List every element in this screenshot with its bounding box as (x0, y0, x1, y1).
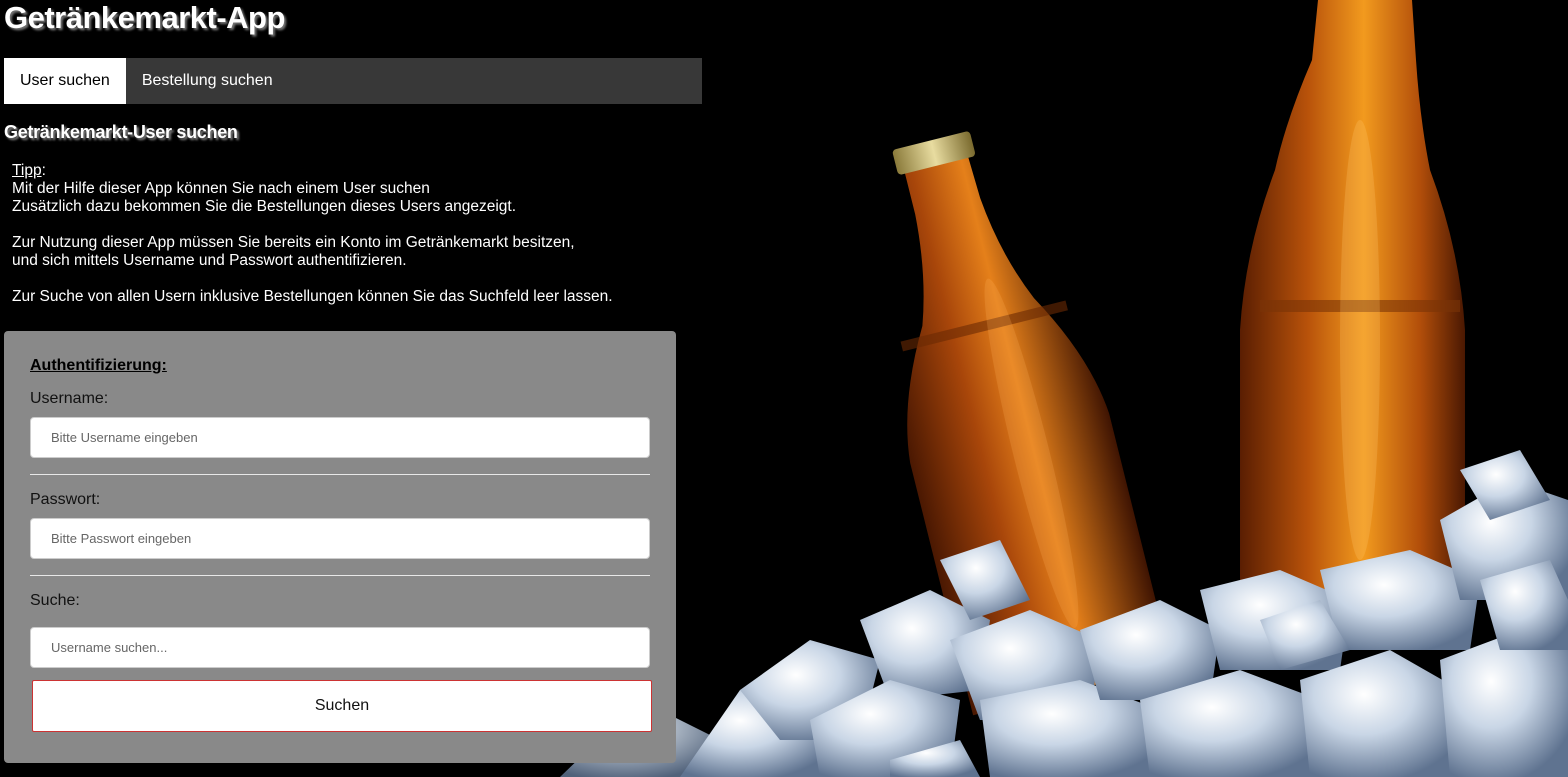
beer-bottles-on-ice-image (560, 0, 1568, 777)
tab-bestellung-suchen[interactable]: Bestellung suchen (126, 58, 289, 104)
tipp-heading: Tipp (12, 162, 42, 179)
tipp-spacer (12, 216, 672, 234)
app-page: Getränkemarkt-App User suchen Bestellung… (0, 0, 1568, 777)
password-label: Passwort: (30, 491, 101, 508)
tipp-line: und sich mittels Username und Passwort a… (12, 252, 407, 269)
tipp-text: Tipp: Mit der Hilfe dieser App können Si… (12, 162, 672, 306)
divider (30, 575, 650, 576)
search-label: Suche: (30, 592, 80, 609)
tipp-spacer (12, 270, 672, 288)
tipp-line: Zusätzlich dazu bekommen Sie die Bestell… (12, 198, 517, 215)
search-input[interactable] (30, 627, 650, 668)
username-input[interactable] (30, 417, 650, 458)
tipp-line: Zur Suche von allen Usern inklusive Best… (12, 288, 613, 305)
tipp-line: Zur Nutzung dieser App müssen Sie bereit… (12, 234, 575, 251)
tab-bar: User suchen Bestellung suchen (4, 58, 702, 104)
tipp-line: Mit der Hilfe dieser App können Sie nach… (12, 180, 430, 197)
section-title: Getränkemarkt-User suchen (4, 122, 238, 142)
tab-user-suchen[interactable]: User suchen (4, 58, 126, 104)
app-title: Getränkemarkt-App (4, 0, 285, 35)
auth-search-form: Authentifizierung: Username: Passwort: S… (4, 331, 676, 763)
search-button[interactable]: Suchen (32, 680, 652, 732)
tipp-heading-line: Tipp: (12, 162, 672, 180)
auth-heading: Authentifizierung: (30, 357, 167, 374)
tipp-heading-suffix: : (41, 162, 46, 179)
divider (30, 474, 650, 475)
password-input[interactable] (30, 518, 650, 559)
username-label: Username: (30, 390, 109, 407)
